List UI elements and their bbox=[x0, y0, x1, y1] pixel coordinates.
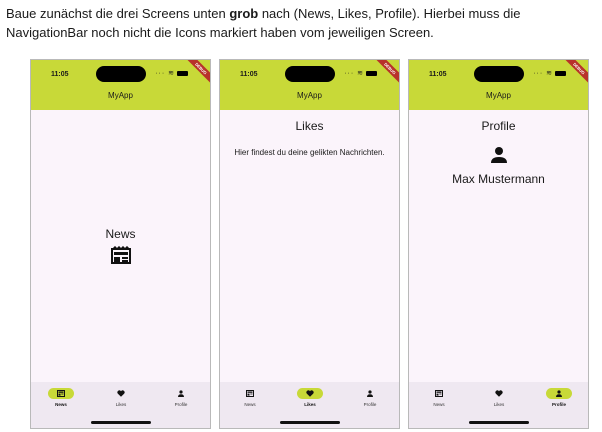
person-icon bbox=[178, 390, 184, 397]
nav-label: Profile bbox=[363, 402, 377, 407]
nav-item-news[interactable]: News bbox=[220, 388, 280, 416]
nav-item-likes[interactable]: Likes bbox=[280, 388, 340, 416]
instruction-bold: grob bbox=[229, 6, 259, 21]
nav-pill bbox=[108, 388, 134, 399]
status-icons: ··· ≋ bbox=[344, 69, 377, 77]
screen-title: Likes bbox=[295, 119, 324, 133]
screen-description: Hier findest du deine gelikten Nachricht… bbox=[234, 148, 385, 157]
heart-icon bbox=[117, 390, 125, 397]
nav-pill bbox=[426, 388, 452, 399]
battery-icon bbox=[555, 70, 566, 76]
phone-news: 11:05 ··· ≋ DEBUG MyApp News News Likes … bbox=[30, 59, 211, 429]
nav-pill bbox=[546, 388, 572, 399]
screen-title: News bbox=[105, 227, 136, 241]
nav-item-likes[interactable]: Likes bbox=[91, 388, 151, 416]
nav-item-profile[interactable]: Profile bbox=[340, 388, 399, 416]
nav-pill bbox=[357, 388, 383, 399]
nav-label: Likes bbox=[115, 402, 127, 407]
nav-item-news[interactable]: News bbox=[409, 388, 469, 416]
nav-label: News bbox=[244, 402, 256, 407]
dynamic-island bbox=[473, 66, 524, 82]
battery-icon bbox=[366, 70, 377, 76]
nav-pill bbox=[168, 388, 194, 399]
dynamic-island bbox=[95, 66, 146, 82]
screen-content: Profile Max Mustermann bbox=[409, 110, 588, 384]
navigation-bar: News Likes Profile bbox=[220, 382, 399, 428]
phone-likes: 11:05 ··· ≋ DEBUG MyApp Likes Hier finde… bbox=[219, 59, 400, 429]
nav-label: Profile bbox=[551, 402, 566, 407]
nav-item-profile[interactable]: Profile bbox=[151, 388, 210, 416]
nav-label: Likes bbox=[304, 402, 316, 407]
screen-content: News bbox=[31, 110, 210, 384]
wifi-icon: ≋ bbox=[354, 70, 364, 77]
app-title: MyApp bbox=[297, 91, 322, 100]
nav-item-likes[interactable]: Likes bbox=[469, 388, 529, 416]
navigation-bar: News Likes Profile bbox=[31, 382, 210, 428]
nav-pill bbox=[237, 388, 263, 399]
nav-label: News bbox=[55, 402, 67, 407]
status-icons: ··· ≋ bbox=[533, 69, 566, 77]
newspaper-icon bbox=[246, 390, 254, 397]
home-indicator bbox=[468, 421, 529, 424]
app-bar: 11:05 ··· ≋ DEBUG MyApp bbox=[409, 60, 588, 110]
wifi-icon: ≋ bbox=[165, 70, 175, 77]
screen-content: Likes Hier findest du deine gelikten Nac… bbox=[220, 110, 399, 384]
navigation-bar: News Likes Profile bbox=[409, 382, 588, 428]
home-indicator bbox=[90, 421, 151, 424]
newspaper-icon bbox=[435, 390, 443, 397]
battery-icon bbox=[177, 70, 188, 76]
nav-pill bbox=[48, 388, 74, 399]
app-bar: 11:05 ··· ≋ DEBUG MyApp bbox=[31, 60, 210, 110]
status-time: 11:05 bbox=[240, 71, 258, 78]
person-icon bbox=[556, 390, 562, 397]
nav-label: News bbox=[433, 402, 445, 407]
person-icon bbox=[490, 146, 508, 169]
dynamic-island bbox=[284, 66, 335, 82]
home-indicator bbox=[279, 421, 340, 424]
app-title: MyApp bbox=[108, 91, 133, 100]
heart-icon bbox=[495, 390, 503, 397]
nav-item-news[interactable]: News bbox=[31, 388, 91, 416]
nav-label: Profile bbox=[174, 402, 188, 407]
instruction-text: Baue zunächst die drei Screens unten gro… bbox=[6, 4, 596, 42]
status-time: 11:05 bbox=[429, 71, 447, 78]
profile-name: Max Mustermann bbox=[452, 172, 545, 186]
person-icon bbox=[367, 390, 373, 397]
newspaper-icon bbox=[110, 245, 131, 269]
nav-pill bbox=[486, 388, 512, 399]
instruction-part1: Baue zunächst die drei Screens unten bbox=[6, 6, 230, 21]
phone-profile: 11:05 ··· ≋ DEBUG MyApp Profile Max Must… bbox=[408, 59, 589, 429]
nav-label: Likes bbox=[493, 402, 505, 407]
screen-title: Profile bbox=[481, 119, 516, 133]
heart-icon bbox=[306, 390, 314, 397]
newspaper-icon bbox=[57, 390, 65, 397]
app-title: MyApp bbox=[486, 91, 511, 100]
app-bar: 11:05 ··· ≋ DEBUG MyApp bbox=[220, 60, 399, 110]
nav-pill bbox=[297, 388, 323, 399]
nav-item-profile[interactable]: Profile bbox=[529, 388, 588, 416]
wifi-icon: ≋ bbox=[543, 70, 553, 77]
status-icons: ··· ≋ bbox=[155, 69, 188, 77]
status-time: 11:05 bbox=[51, 71, 69, 78]
